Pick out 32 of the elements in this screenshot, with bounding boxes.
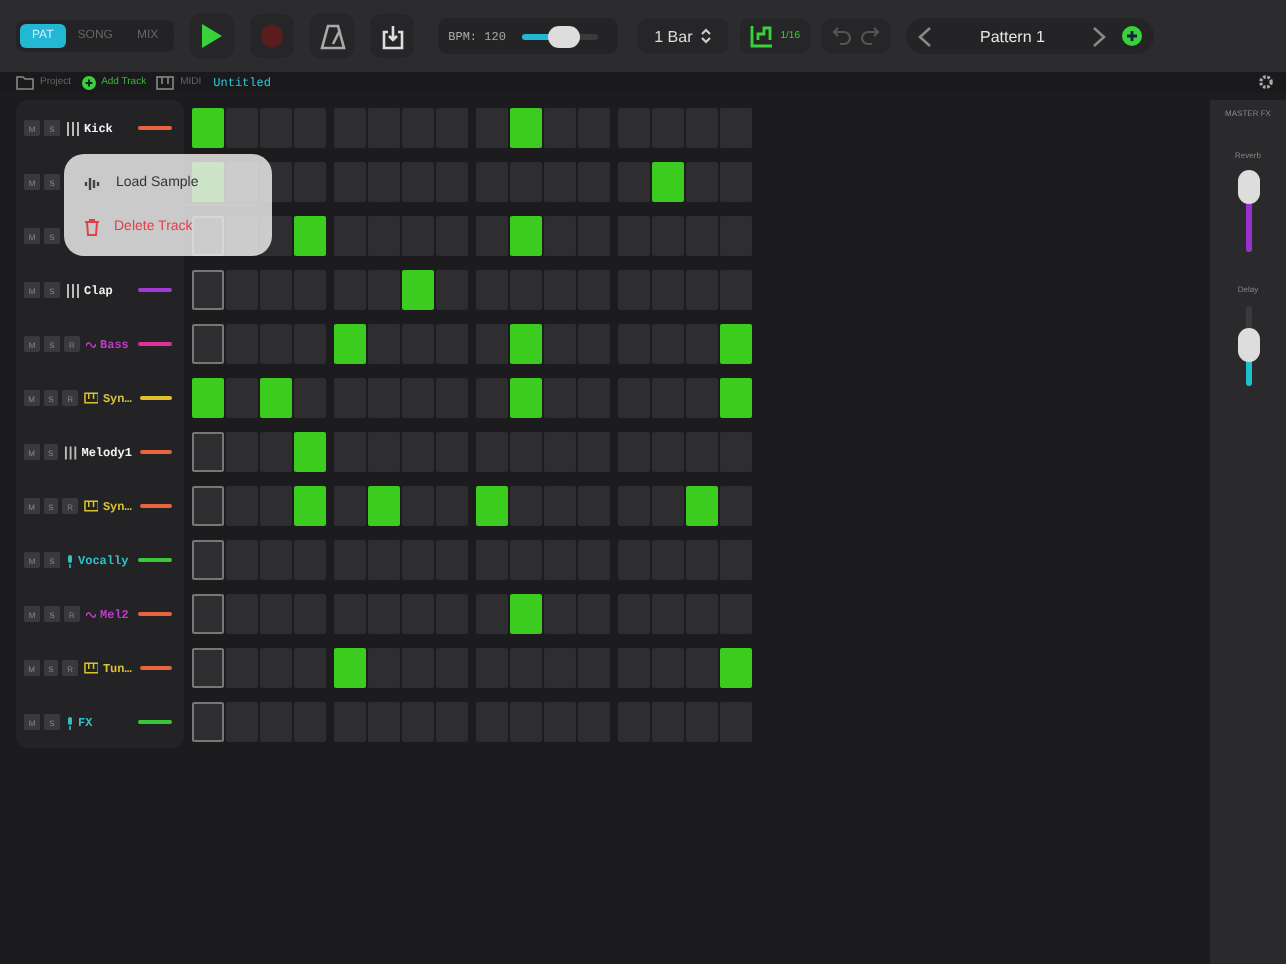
keyboard-icon [83, 662, 99, 674]
metronome-button[interactable] [310, 14, 355, 58]
play-button[interactable] [190, 14, 235, 58]
redo-icon[interactable] [859, 26, 880, 46]
export-button[interactable] [370, 14, 415, 58]
trash-icon [84, 218, 100, 236]
export-icon [379, 23, 406, 49]
waveform-icon [84, 174, 102, 192]
note-grid-icon [750, 24, 775, 48]
add-pattern-icon[interactable] [1122, 26, 1143, 46]
bars-icon [66, 121, 80, 135]
wave-icon [86, 609, 96, 619]
updown-chevron-icon [700, 26, 713, 46]
microphone-icon [66, 715, 74, 729]
wave-icon [86, 339, 96, 349]
record-icon [260, 24, 285, 48]
next-chevron-icon[interactable] [1092, 25, 1107, 47]
record-button[interactable] [250, 14, 295, 58]
bar-length-dropdown[interactable]: 1 Bar [638, 18, 729, 54]
keyboard-icon [83, 500, 99, 512]
settings-icon[interactable] [1258, 74, 1274, 90]
add-icon[interactable] [81, 75, 96, 89]
pattern-name: Pattern 1 [977, 27, 1047, 45]
folder-icon[interactable] [16, 75, 34, 89]
microphone-icon [66, 553, 74, 567]
play-icon [200, 22, 225, 50]
keyboard-icon[interactable] [156, 75, 175, 89]
keyboard-icon [83, 392, 99, 404]
bars-icon [66, 283, 80, 297]
metronome-icon [319, 23, 346, 49]
previous-chevron-icon[interactable] [917, 25, 932, 47]
bars-icon [64, 445, 78, 459]
